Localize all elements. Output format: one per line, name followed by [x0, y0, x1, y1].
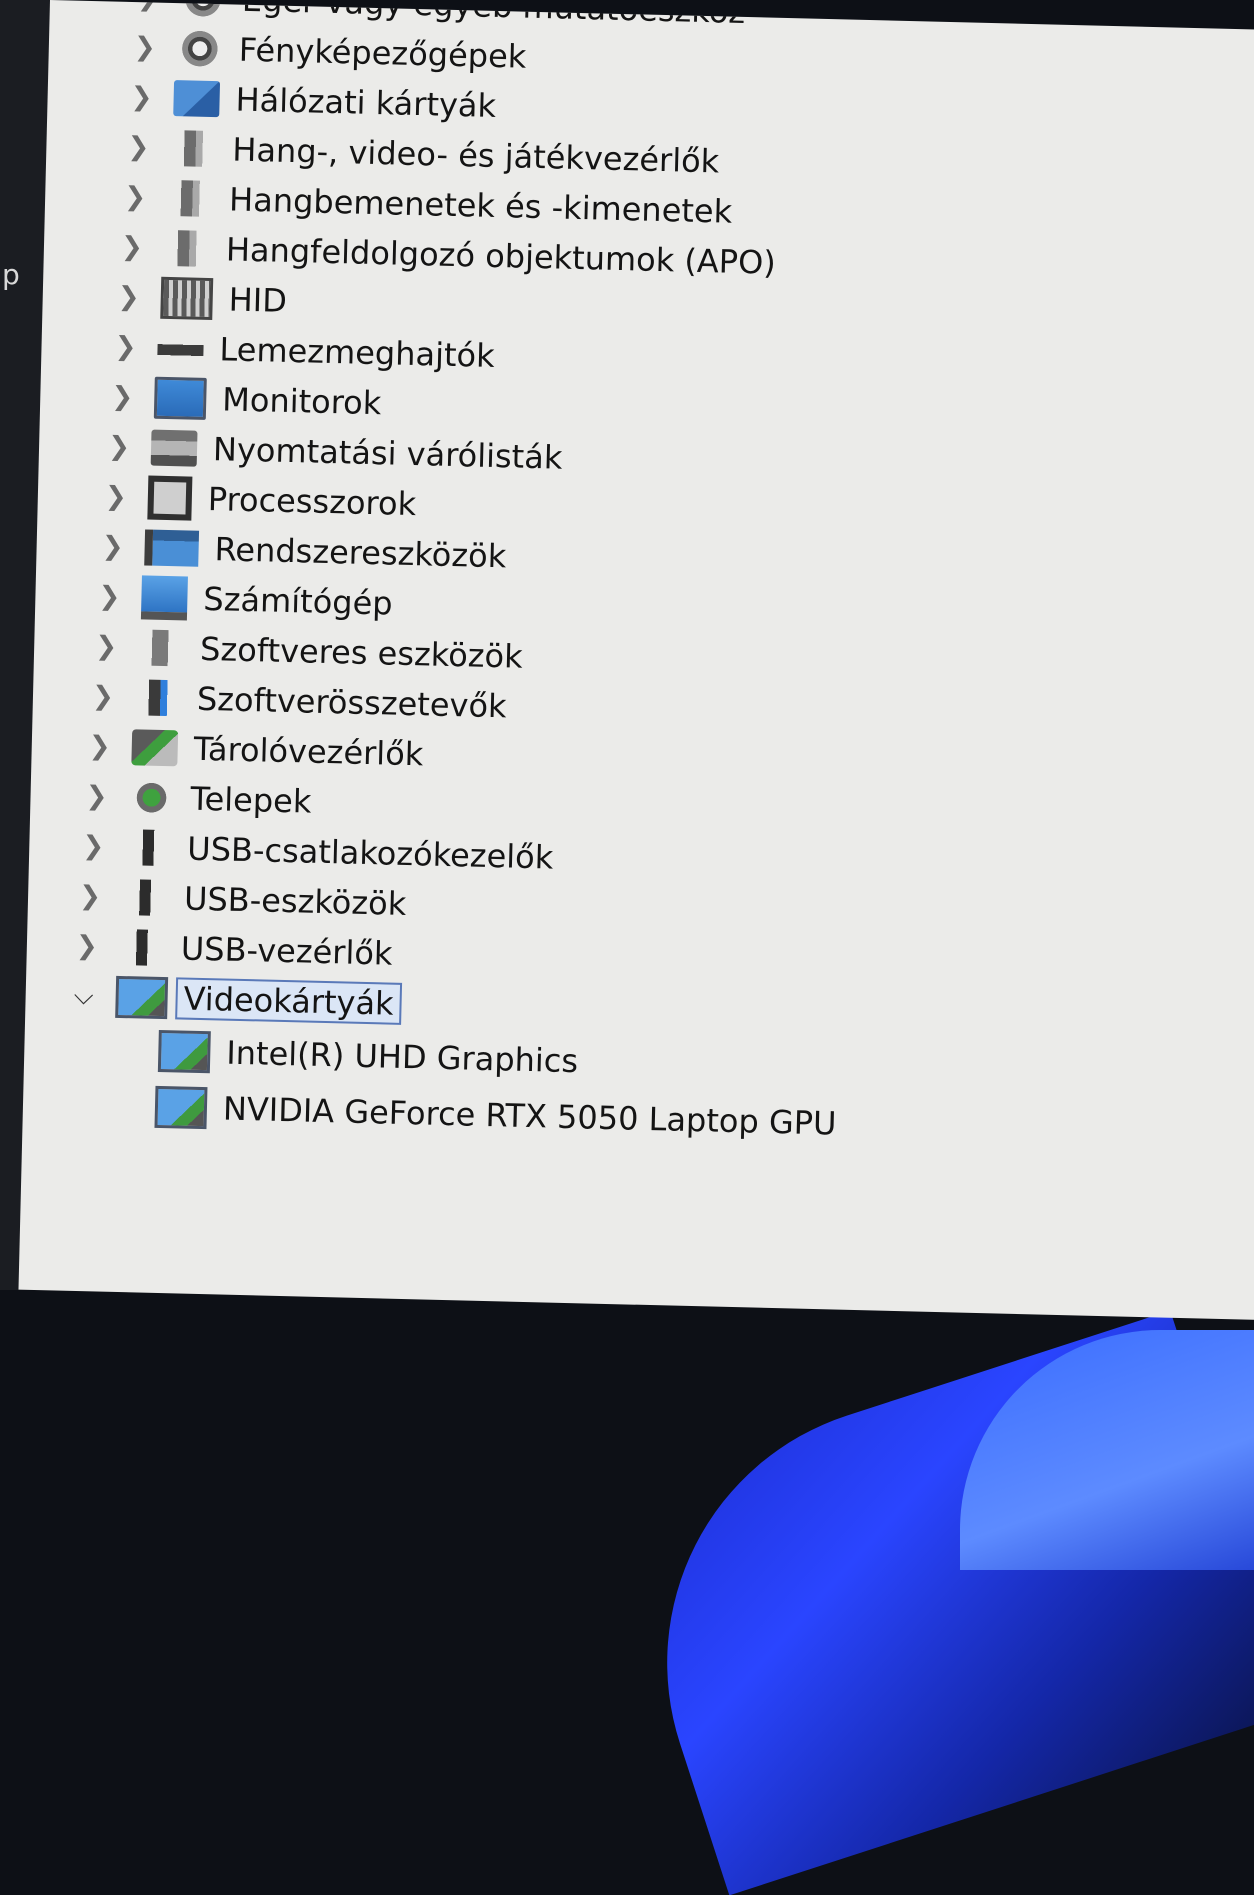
- usb-icon: [118, 928, 166, 967]
- device-tree: ❯ Egér vagy egyéb mutatóeszköz ❯ Fénykép…: [22, 0, 1254, 1162]
- speaker-icon: [166, 179, 214, 218]
- chevron-right-icon[interactable]: ❯: [81, 831, 106, 862]
- chevron-right-icon[interactable]: ❯: [126, 132, 151, 163]
- display-adapter-icon: [154, 1085, 208, 1130]
- tree-item-label: Hang-, video- és játékvezérlők: [231, 130, 720, 181]
- display-adapter-icon: [157, 1029, 211, 1074]
- tree-item-label: Lemezmeghajtók: [219, 330, 496, 375]
- chevron-right-icon[interactable]: ❯: [100, 531, 125, 562]
- tree-item-label: USB-eszközök: [183, 879, 407, 923]
- chevron-right-icon[interactable]: ❯: [75, 931, 100, 962]
- chevron-right-icon[interactable]: ❯: [78, 881, 103, 912]
- tree-item-label: Monitorok: [221, 380, 382, 423]
- tree-item-label: Szoftverösszetevők: [196, 679, 508, 726]
- chevron-right-icon[interactable]: ❯: [120, 232, 145, 263]
- tree-item-label: Videokártyák: [175, 977, 403, 1025]
- chevron-right-icon[interactable]: ❯: [110, 382, 135, 413]
- tree-item-label: Szoftveres eszközök: [199, 629, 524, 676]
- chevron-right-icon[interactable]: ❯: [116, 282, 141, 313]
- tree-item-label: Számítógép: [202, 579, 394, 623]
- software-component-icon: [134, 679, 182, 717]
- tree-item-label: Telepek: [190, 779, 312, 821]
- speaker-icon: [169, 129, 217, 168]
- tree-item-label: USB-csatlakozókezelők: [186, 829, 554, 877]
- computer-icon: [140, 575, 188, 621]
- chevron-right-icon[interactable]: ❯: [113, 332, 138, 363]
- software-device-icon: [137, 629, 185, 667]
- disk-drive-icon: [157, 329, 204, 367]
- chevron-right-icon[interactable]: ❯: [136, 0, 161, 13]
- printer-icon: [150, 429, 198, 467]
- tree-item-label: Hangbemenetek és -kimenetek: [228, 180, 733, 231]
- battery-icon: [128, 779, 175, 817]
- chevron-right-icon[interactable]: ❯: [97, 581, 122, 612]
- display-adapter-icon: [115, 975, 169, 1020]
- chevron-right-icon[interactable]: ❯: [129, 82, 154, 113]
- tree-item-label: USB-vezérlők: [180, 929, 393, 973]
- chevron-right-icon[interactable]: ❯: [133, 32, 158, 63]
- chevron-right-icon[interactable]: ❯: [87, 731, 112, 762]
- mouse-icon: [179, 0, 227, 18]
- chevron-right-icon[interactable]: ❯: [104, 481, 129, 512]
- camera-icon: [176, 30, 224, 68]
- device-manager-window: ❯ Egér vagy egyéb mutatóeszköz ❯ Fénykép…: [18, 0, 1254, 1320]
- speaker-icon: [163, 229, 211, 267]
- monitor-icon: [153, 376, 207, 420]
- tree-item-label: Hangfeldolgozó objektumok (APO): [225, 230, 777, 282]
- tree-item-label: Nyomtatási várólisták: [212, 430, 563, 477]
- tree-item-label: HID: [228, 280, 288, 320]
- chevron-right-icon[interactable]: ❯: [123, 182, 148, 213]
- hid-icon: [160, 276, 214, 321]
- tree-item-label: Rendszereszközök: [214, 530, 507, 576]
- system-devices-icon: [144, 529, 200, 567]
- chevron-down-icon[interactable]: ⌵: [71, 980, 96, 1010]
- chevron-right-icon[interactable]: ❯: [107, 432, 132, 463]
- chevron-right-icon[interactable]: ❯: [84, 781, 109, 812]
- chevron-right-icon[interactable]: ❯: [94, 631, 119, 662]
- tree-item-label: Tárolóvezérlők: [193, 729, 424, 774]
- tree-item-label: Fényképezőgépek: [238, 30, 527, 76]
- sidebar-partial-text: p: [2, 258, 20, 291]
- chevron-right-icon[interactable]: ❯: [91, 681, 116, 712]
- tree-item-label: Hálózati kártyák: [235, 80, 497, 125]
- tree-item-label: Intel(R) UHD Graphics: [225, 1033, 579, 1081]
- tree-item-label: Processzorok: [207, 480, 417, 524]
- usb-icon: [121, 879, 169, 917]
- network-adapter-icon: [173, 80, 221, 118]
- usb-icon: [124, 829, 172, 867]
- processor-icon: [147, 475, 193, 521]
- tree-item-label: NVIDIA GeForce RTX 5050 Laptop GPU: [222, 1089, 837, 1143]
- storage-controller-icon: [131, 729, 179, 767]
